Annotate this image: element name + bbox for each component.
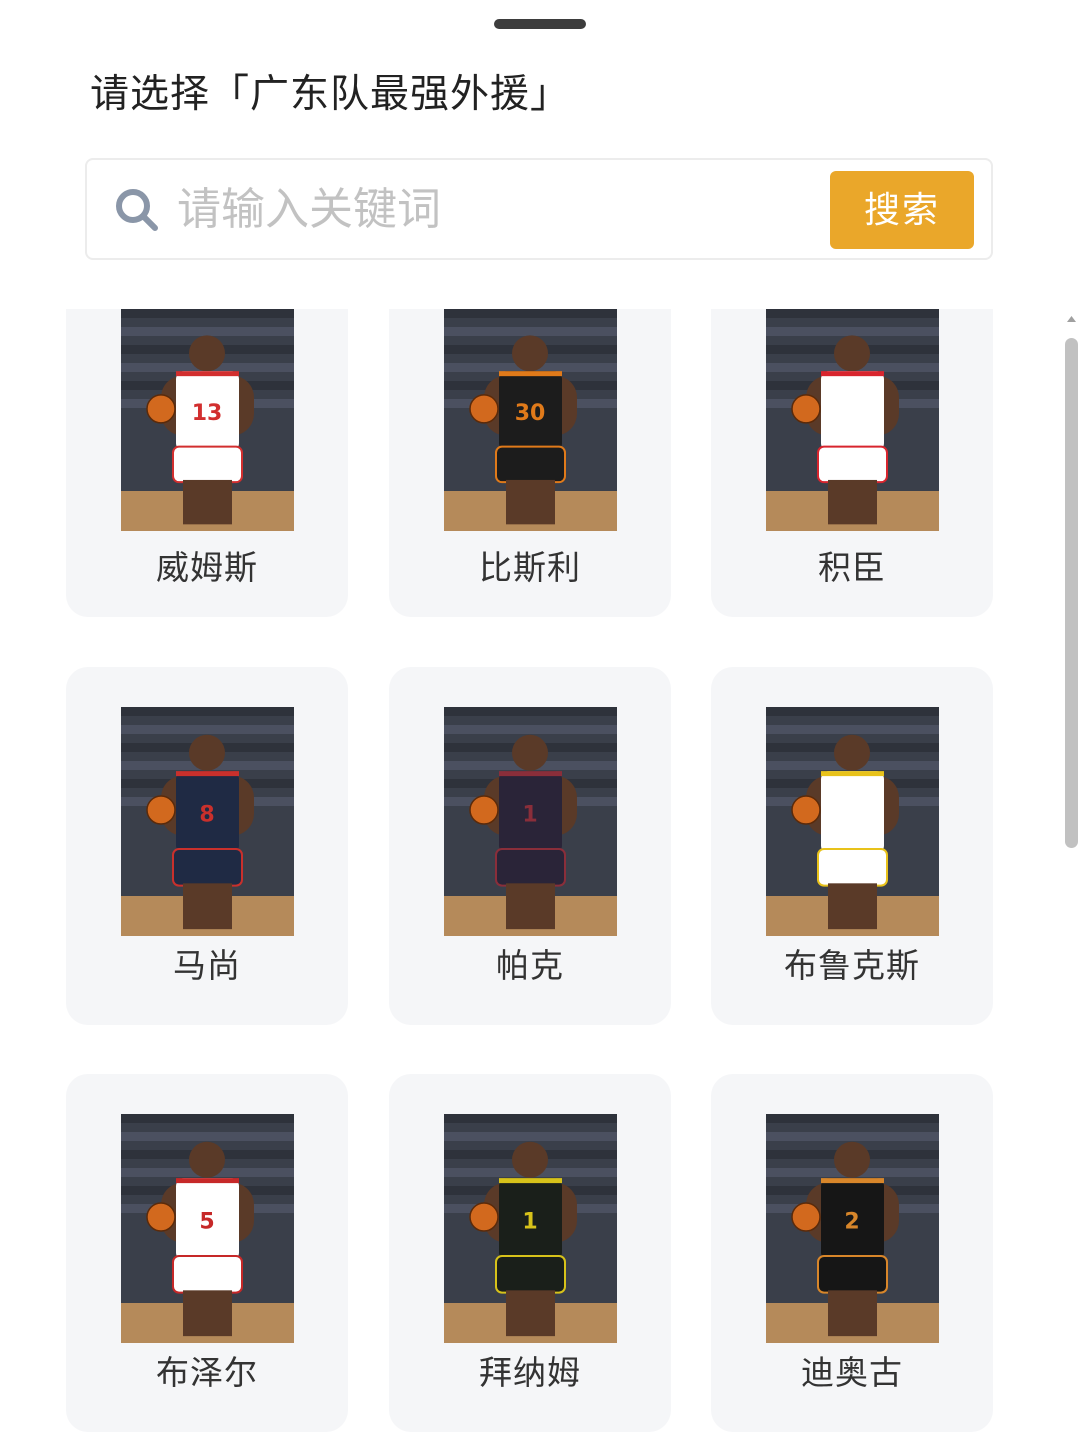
sheet-title: 请选择「广东队最强外援」	[90, 72, 571, 117]
player-card[interactable]: 2 迪奥古	[711, 1074, 993, 1432]
player-name: 布鲁克斯	[784, 946, 920, 985]
player-name: 布泽尔	[156, 1353, 258, 1392]
player-name: 威姆斯	[156, 548, 258, 587]
player-photo	[766, 707, 939, 936]
svg-text:30: 30	[515, 401, 546, 426]
search-icon	[116, 189, 158, 231]
svg-text:5: 5	[199, 1210, 214, 1235]
player-card[interactable]: 13 威姆斯	[66, 309, 348, 617]
search-input[interactable]	[177, 174, 817, 244]
player-card[interactable]: 5 布泽尔	[66, 1074, 348, 1432]
search-button[interactable]: 搜索	[830, 171, 974, 249]
player-name: 迪奥古	[801, 1353, 903, 1392]
player-name: 拜纳姆	[479, 1353, 581, 1392]
svg-text:1: 1	[522, 1210, 537, 1235]
player-name: 帕克	[496, 946, 564, 985]
player-card[interactable]: 布鲁克斯	[711, 667, 993, 1025]
drag-handle[interactable]	[494, 19, 586, 29]
player-card[interactable]: 1 帕克	[389, 667, 671, 1025]
svg-text:13: 13	[192, 401, 223, 426]
player-name: 马尚	[173, 946, 241, 985]
svg-text:8: 8	[199, 803, 214, 828]
player-card[interactable]: 1 拜纳姆	[389, 1074, 671, 1432]
scroll-up-arrow-icon[interactable]	[1065, 308, 1078, 330]
player-photo	[766, 309, 939, 531]
scrollbar-thumb[interactable]	[1065, 338, 1078, 848]
player-card[interactable]: 30 比斯利	[389, 309, 671, 617]
player-name: 积臣	[818, 548, 886, 587]
bottom-sheet: 请选择「广东队最强外援」 搜索 13 威姆斯 30 比斯利 积臣 8 马尚 1 帕克 布鲁克斯 5 布…	[0, 0, 1080, 1440]
player-card[interactable]: 积臣	[711, 309, 993, 617]
svg-text:1: 1	[522, 803, 537, 828]
player-photo: 1	[444, 707, 617, 936]
player-photo: 1	[444, 1114, 617, 1343]
player-photo: 2	[766, 1114, 939, 1343]
player-photo: 30	[444, 309, 617, 531]
player-name: 比斯利	[479, 548, 581, 587]
player-photo: 8	[121, 707, 294, 936]
svg-text:2: 2	[844, 1210, 859, 1235]
player-photo: 5	[121, 1114, 294, 1343]
player-grid: 13 威姆斯 30 比斯利 积臣 8 马尚 1 帕克 布鲁克斯 5 布泽尔 1 拜纳姆 2 迪奥古	[0, 309, 1080, 1440]
search-bar: 搜索	[85, 158, 993, 260]
player-photo: 13	[121, 309, 294, 531]
player-card[interactable]: 8 马尚	[66, 667, 348, 1025]
